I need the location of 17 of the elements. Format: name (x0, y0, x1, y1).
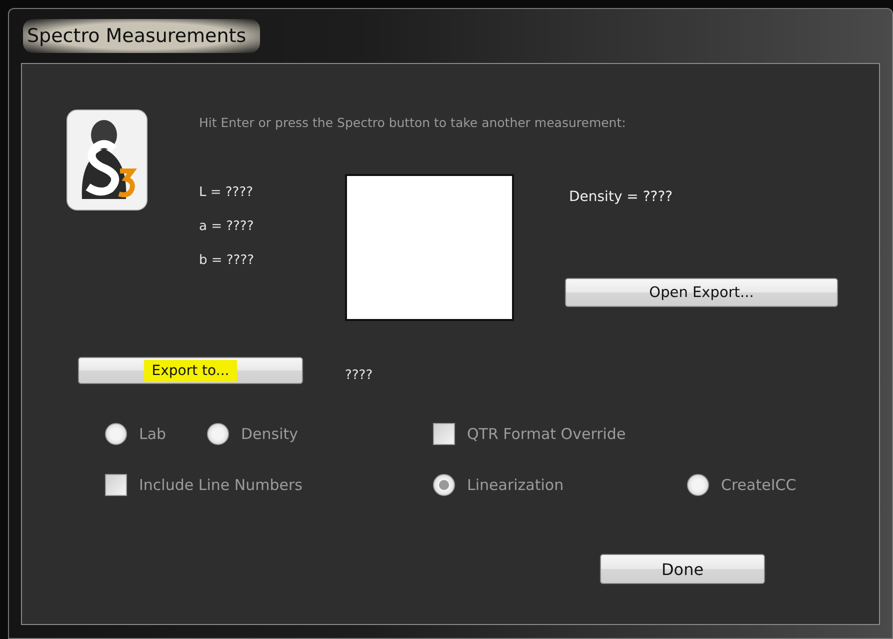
option-label: QTR Format Override (467, 425, 626, 443)
lab-reading: a = ???? (199, 219, 255, 234)
option-label: Include Line Numbers (139, 476, 302, 494)
lab-reading: L = ???? (199, 185, 254, 200)
window-title: Spectro Measurements (23, 19, 260, 53)
export-to-button[interactable]: Export to... (78, 357, 303, 384)
app-logo-icon (66, 109, 148, 211)
export-path: ???? (345, 368, 373, 383)
density-reading: Density = ???? (569, 189, 674, 205)
option-label: Lab (139, 425, 166, 443)
option-label: Density (241, 425, 298, 443)
open-export-button[interactable]: Open Export... (565, 278, 838, 307)
instruction-text: Hit Enter or press the Spectro button to take another measurement: (199, 115, 627, 130)
lab-reading: b = ???? (199, 253, 256, 268)
done-button[interactable]: Done (600, 554, 765, 584)
option-label: Linearization (467, 476, 564, 494)
option-label: CreateICC (721, 476, 796, 494)
